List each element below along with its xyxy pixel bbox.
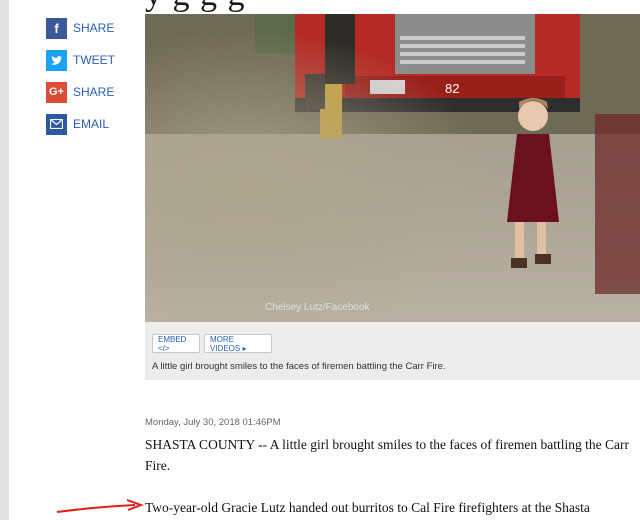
share-label: SHARE <box>73 85 115 99</box>
share-email-button[interactable]: EMAIL <box>46 113 115 135</box>
video-toolbar: EMBED </> MORE VIDEOS ▸ A little girl br… <box>145 322 640 380</box>
email-icon <box>46 113 67 135</box>
share-label: SHARE <box>73 21 115 35</box>
share-bar: f SHARE TWEET G+ SHARE EMAIL <box>46 17 115 145</box>
annotation-arrow-icon <box>56 499 144 513</box>
video-caption: A little girl brought smiles to the face… <box>152 361 446 372</box>
share-label: EMAIL <box>73 117 110 131</box>
article-timestamp: Monday, July 30, 2018 01:46PM <box>145 417 281 428</box>
video-watermark: Chelsey Lutz/Facebook <box>265 302 371 313</box>
headline-clipped: y g g g <box>145 0 640 14</box>
article-paragraph: Two-year-old Gracie Lutz handed out burr… <box>145 500 590 515</box>
video-player[interactable]: 82 Chelsey Lutz/Facebook <box>145 14 640 322</box>
google-plus-icon: G+ <box>46 81 67 103</box>
share-twitter-button[interactable]: TWEET <box>46 49 115 71</box>
twitter-icon <box>46 49 67 71</box>
facebook-icon: f <box>46 17 67 39</box>
share-google-plus-button[interactable]: G+ SHARE <box>46 81 115 103</box>
share-label: TWEET <box>73 53 115 67</box>
article-paragraph: SHASTA COUNTY -- A little girl brought s… <box>145 437 629 473</box>
share-facebook-button[interactable]: f SHARE <box>46 17 115 39</box>
embed-button[interactable]: EMBED </> <box>152 334 200 353</box>
more-videos-button[interactable]: MORE VIDEOS ▸ <box>204 334 272 353</box>
left-rail <box>0 0 9 520</box>
video-frame: 82 Chelsey Lutz/Facebook <box>145 14 640 322</box>
